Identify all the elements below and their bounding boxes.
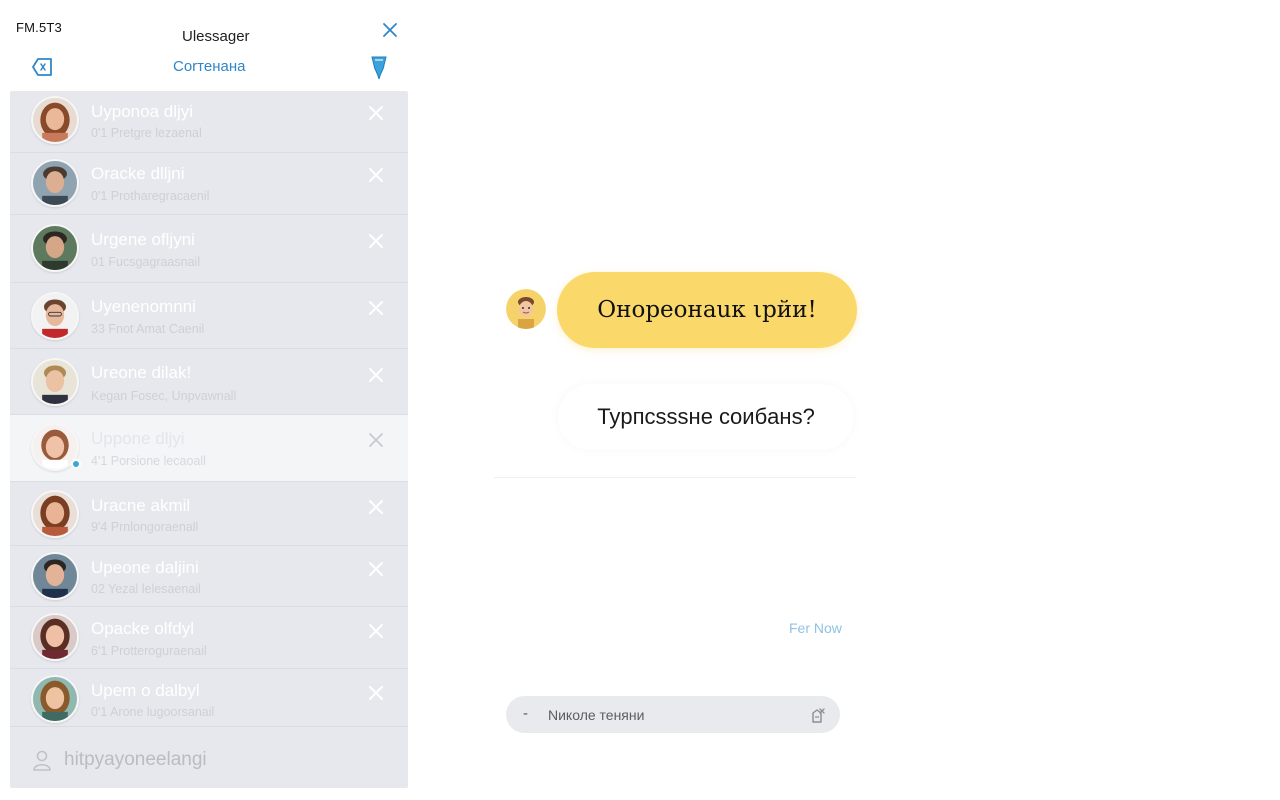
composer-prefix: - [523, 705, 528, 722]
close-icon[interactable] [366, 231, 386, 251]
close-icon[interactable] [366, 298, 386, 318]
sidebar-footer[interactable]: hitpyayoneelangi [10, 726, 408, 788]
header-subtitle[interactable]: Corтенана [173, 58, 245, 75]
chat-panel: Oнopeонаuк ιpйи! Typпcsssне coибaнs? Fer… [494, 250, 860, 750]
incoming-message-bubble: Oнopeонаuк ιpйи! [557, 272, 857, 348]
female-avatar [31, 490, 79, 538]
send-later-link[interactable]: Fer Now [789, 620, 842, 636]
conversation-row[interactable]: Upem o dalbyl 0'1 Arone lugoorsanail [10, 669, 408, 731]
conversation-preview: 6'1 Protteroguraenail [91, 644, 207, 658]
conversation-name: Upem o dalbyl [91, 681, 200, 700]
conversation-list: Uyponoa dljyi 0'1 Pretgre lezaenal Orack… [10, 91, 408, 788]
conversation-preview: 4'1 Porsione lecaoall [91, 454, 206, 468]
outgoing-message-bubble: Typпcsssне coибaнs? [558, 384, 854, 450]
male-avatar [31, 552, 79, 600]
close-icon[interactable] [366, 165, 386, 185]
conversation-row[interactable]: Uyenenomnni 33 Fnot Amat Caenil [10, 283, 408, 349]
conversation-name: Uracne akmil [91, 496, 191, 515]
conversation-row[interactable]: Oracke dlljni 0'1 Protharegracaenil [10, 153, 408, 215]
conversation-row[interactable]: Urgene ofljyni 01 Fucsgagraasnail [10, 215, 408, 283]
message-input[interactable] [548, 705, 798, 725]
close-icon[interactable] [366, 103, 386, 123]
conversation-name: Oracke dlljni [91, 164, 185, 183]
chat-divider [494, 477, 856, 478]
conversation-row[interactable]: Uyponoa dljyi 0'1 Pretgre lezaenal [10, 91, 408, 153]
sidebar-footer-label: hitpyayoneelangi [64, 749, 207, 770]
smiley-avatar [506, 289, 546, 329]
conversation-name: Ureone dilak! [91, 363, 192, 382]
close-icon[interactable] [366, 559, 386, 579]
female-avatar [31, 613, 79, 661]
online-indicator [71, 459, 81, 469]
tag-back-icon[interactable] [30, 55, 56, 79]
conversation-preview: 0'1 Protharegracaenil [91, 189, 210, 203]
status-time: FM.5T3 [16, 20, 62, 35]
female-avatar [31, 675, 79, 723]
male-avatar [31, 159, 79, 207]
female-avatar [31, 96, 79, 144]
pin-icon[interactable] [366, 53, 392, 81]
male-avatar [31, 224, 79, 272]
user-icon [33, 750, 51, 771]
attach-icon[interactable] [808, 705, 828, 725]
conversation-row[interactable]: Opacke olfdyl 6'1 Protteroguraenail [10, 607, 408, 669]
conversation-preview: 0'1 Pretgre lezaenal [91, 126, 202, 140]
conversation-row-active[interactable]: Uppone dljyi 4'1 Porsione lecaoall [10, 415, 408, 482]
conversation-sidebar: FM.5T3 Ulessager Corтенана Uyponoa dljyi… [0, 0, 420, 800]
close-icon[interactable] [366, 497, 386, 517]
conversation-name: Uyenenomnni [91, 297, 196, 316]
conversation-name: Upeone daljini [91, 558, 199, 577]
close-icon[interactable] [366, 683, 386, 703]
conversation-preview: 33 Fnot Amat Caenil [91, 322, 205, 336]
conversation-name: Uppone dljyi [91, 429, 185, 448]
close-icon[interactable] [366, 365, 386, 385]
conversation-row[interactable]: Ureone dilak! Kegan Fosec, Unpvawnall [10, 349, 408, 415]
conversation-name: Uyponoa dljyi [91, 102, 194, 121]
conversation-name: Opacke olfdyl [91, 619, 194, 638]
close-icon[interactable] [380, 20, 400, 40]
close-icon[interactable] [366, 430, 386, 450]
male-avatar [31, 292, 79, 340]
conversation-preview: 01 Fucsgagraasnail [91, 255, 201, 269]
conversation-preview: 9'4 Prnlongoraenall [91, 520, 199, 534]
conversation-preview: 0'1 Arone lugoorsanail [91, 705, 215, 719]
app-title: Ulessager [182, 28, 250, 45]
close-icon[interactable] [366, 621, 386, 641]
conversation-name: Urgene ofljyni [91, 230, 195, 249]
message-composer[interactable]: - [506, 696, 840, 733]
conversation-preview: 02 Yezal lelesaenail [91, 582, 201, 596]
conversation-row[interactable]: Upeone daljini 02 Yezal lelesaenail [10, 546, 408, 607]
conversation-preview: Kegan Fosec, Unpvawnall [91, 389, 237, 403]
male-avatar [31, 358, 79, 406]
conversation-row[interactable]: Uracne akmil 9'4 Prnlongoraenall [10, 482, 408, 546]
